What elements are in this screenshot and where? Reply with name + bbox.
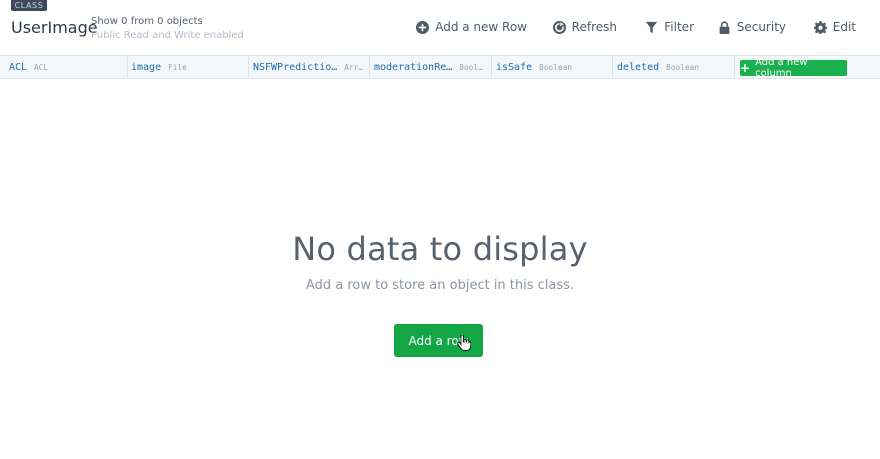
column-header-issafe[interactable]: isSafe Boolean <box>492 56 613 78</box>
empty-state-description: Add a row to store an object in this cla… <box>305 278 575 293</box>
class-header: CLASS UserImage Show 0 from 0 objects Pu… <box>0 0 880 54</box>
filter-label: Filter <box>664 20 694 34</box>
column-header-nsfwprediction[interactable]: NSFWPredictio… Arr… <box>249 56 370 78</box>
column-name: moderationRe… <box>374 61 453 73</box>
column-type: ACL <box>34 62 49 72</box>
refresh-label: Refresh <box>571 20 617 34</box>
column-header-image[interactable]: image File <box>128 56 249 78</box>
column-name: deleted <box>617 61 660 73</box>
security-button[interactable]: Security <box>718 17 786 37</box>
edit-button[interactable]: Edit <box>813 17 856 37</box>
filter-icon <box>646 21 658 33</box>
refresh-icon <box>552 20 566 34</box>
add-row-toolbar-button[interactable]: Add a new Row <box>416 17 527 37</box>
refresh-button[interactable]: Refresh <box>552 17 617 37</box>
class-subtitle: Show 0 from 0 objects Public Read and Wr… <box>91 15 244 43</box>
gear-icon <box>813 20 827 34</box>
column-header-acl[interactable]: ACL ACL <box>0 56 128 78</box>
add-column-button[interactable]: + Add a new column <box>740 57 847 79</box>
column-name: image <box>131 61 162 73</box>
column-name: ACL <box>9 61 28 73</box>
column-header-row: ACL ACL image File NSFWPredictio… Arr… m… <box>0 55 880 79</box>
empty-state-title: No data to display <box>292 230 588 268</box>
column-name: NSFWPredictio… <box>253 61 338 73</box>
column-header-deleted[interactable]: deleted Boolean <box>613 56 735 78</box>
lock-icon <box>719 20 730 34</box>
column-name: isSafe <box>496 61 533 73</box>
permission-text: Public Read and Write enabled <box>91 30 244 41</box>
column-type: Bool… <box>459 62 483 72</box>
column-header-moderation[interactable]: moderationRe… Bool… <box>370 56 492 78</box>
class-badge: CLASS <box>11 0 47 11</box>
hand-cursor-icon <box>457 335 471 351</box>
security-label: Security <box>736 20 786 34</box>
column-type: Arr… <box>344 62 364 72</box>
column-type: Boolean <box>539 62 573 72</box>
plus-icon: + <box>740 61 751 75</box>
plus-circle-icon <box>416 20 430 34</box>
class-name: UserImage <box>11 18 98 37</box>
empty-state: No data to display Add a row to store an… <box>0 230 880 293</box>
edit-label: Edit <box>832 20 856 34</box>
filter-button[interactable]: Filter <box>645 17 694 37</box>
column-type: File <box>168 62 187 72</box>
add-column-label: Add a new column <box>755 57 808 79</box>
add-row-toolbar-label: Add a new Row <box>435 20 527 34</box>
object-count: Show 0 from 0 objects <box>91 16 203 27</box>
column-type: Boolean <box>666 62 700 72</box>
